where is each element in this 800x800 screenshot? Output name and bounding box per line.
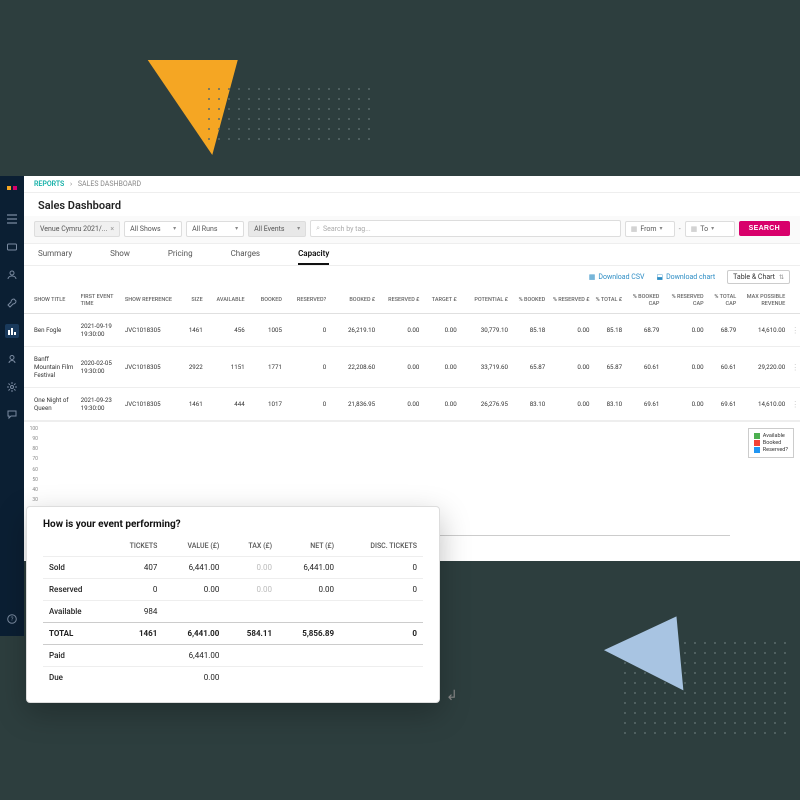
sort-icon: ⇅: [779, 274, 784, 281]
table-row[interactable]: Ben Fogle2021-09-19 19:30:00JVC101830514…: [24, 314, 800, 347]
column-header[interactable]: FIRST EVENT TIME: [78, 288, 122, 314]
column-header[interactable]: % BOOKED CAP: [625, 288, 662, 314]
legend-swatch-booked: [754, 440, 760, 446]
column-header[interactable]: SHOW TITLE: [24, 288, 78, 314]
people-icon[interactable]: [5, 268, 19, 282]
row-menu-icon[interactable]: ⋮: [788, 388, 800, 421]
filter-bar: Venue Cymru 2021/... × All Shows▾ All Ru…: [24, 216, 800, 244]
column-header[interactable]: MAX POSSIBLE REVENUE: [739, 288, 788, 314]
tab-show[interactable]: Show: [110, 249, 130, 265]
venue-chip[interactable]: Venue Cymru 2021/... ×: [34, 221, 120, 237]
column-header[interactable]: % TOTAL £: [593, 288, 626, 314]
comment-icon[interactable]: [5, 408, 19, 422]
column-header[interactable]: TARGET £: [422, 288, 459, 314]
column-header[interactable]: BOOKED £: [329, 288, 378, 314]
page-title: Sales Dashboard: [24, 193, 800, 216]
table-row[interactable]: One Night of Queen2021-09-23 19:30:00JVC…: [24, 388, 800, 421]
tab-summary[interactable]: Summary: [38, 249, 72, 265]
download-csv-button[interactable]: ▦Download CSV: [589, 273, 645, 281]
popup-row: Due0.00: [43, 667, 423, 689]
column-header[interactable]: POTENTIAL £: [460, 288, 511, 314]
sidebar: ?: [0, 176, 24, 636]
popup-row: Sold4076,441.000.006,441.000: [43, 557, 423, 579]
help-icon[interactable]: ?: [5, 612, 19, 626]
table-row[interactable]: Banff Mountain Film Festival2020-02-05 1…: [24, 347, 800, 388]
close-icon[interactable]: ×: [110, 225, 114, 233]
capacity-table: SHOW TITLEFIRST EVENT TIMESHOW REFERENCE…: [24, 288, 800, 421]
report-icon[interactable]: [5, 324, 19, 338]
row-menu-icon[interactable]: ⋮: [788, 314, 800, 347]
row-menu-icon[interactable]: ⋮: [788, 347, 800, 388]
popup-row: Available984: [43, 601, 423, 623]
table-toolbar: ▦Download CSV ⬓Download chart Table & Ch…: [24, 266, 800, 288]
chevron-right-icon: ›: [70, 180, 72, 188]
column-header[interactable]: RESERVED?: [285, 288, 329, 314]
column-header[interactable]: SHOW REFERENCE: [122, 288, 176, 314]
chart-icon: ⬓: [656, 273, 663, 281]
svg-text:?: ?: [11, 616, 14, 623]
table-body: Ben Fogle2021-09-19 19:30:00JVC101830514…: [24, 314, 800, 421]
ticket-icon[interactable]: [5, 240, 19, 254]
report-tabs: Summary Show Pricing Charges Capacity: [24, 244, 800, 266]
performance-popup: How is your event performing? TICKETSVAL…: [26, 506, 440, 703]
column-header[interactable]: AVAILABLE: [206, 288, 248, 314]
column-header[interactable]: SIZE: [175, 288, 205, 314]
popup-row: TOTAL14616,441.00584.115,856.890: [43, 623, 423, 645]
user-icon[interactable]: [5, 352, 19, 366]
sidebar-app-icon[interactable]: [5, 184, 19, 198]
wrench-icon[interactable]: [5, 296, 19, 310]
chevron-down-icon: ▾: [235, 225, 238, 232]
from-date-input[interactable]: ▦From▾: [625, 221, 675, 237]
chevron-down-icon: ▾: [173, 225, 176, 232]
legend-swatch-reserved: [754, 447, 760, 453]
column-header[interactable]: % RESERVED CAP: [662, 288, 706, 314]
column-header[interactable]: % TOTAL CAP: [707, 288, 740, 314]
table-icon: ▦: [589, 273, 596, 281]
calendar-icon: ▦: [691, 225, 698, 233]
breadcrumb-current: SALES DASHBOARD: [78, 180, 141, 188]
column-header[interactable]: % RESERVED £: [548, 288, 592, 314]
shows-dropdown[interactable]: All Shows▾: [124, 221, 182, 237]
breadcrumb: REPORTS › SALES DASHBOARD: [24, 176, 800, 193]
decor-arrow: ↲: [446, 688, 458, 704]
breadcrumb-parent[interactable]: REPORTS: [34, 180, 64, 188]
gear-icon[interactable]: [5, 380, 19, 394]
column-header[interactable]: BOOKED: [248, 288, 285, 314]
search-icon: ⌕: [316, 224, 320, 233]
legend-swatch-available: [754, 433, 760, 439]
search-button[interactable]: SEARCH: [739, 221, 790, 236]
decor-dots-top: [208, 88, 377, 147]
events-dropdown[interactable]: All Events▾: [248, 221, 306, 237]
app-window: ? REPORTS › SALES DASHBOARD Sales Dashbo…: [0, 176, 800, 561]
tab-pricing[interactable]: Pricing: [168, 249, 193, 265]
chevron-down-icon: ▾: [297, 225, 300, 232]
runs-dropdown[interactable]: All Runs▾: [186, 221, 244, 237]
popup-row: Reserved00.000.000.000: [43, 579, 423, 601]
tag-search-input[interactable]: ⌕ Search by tag...: [310, 220, 621, 237]
column-header[interactable]: RESERVED £: [378, 288, 422, 314]
table-header: SHOW TITLEFIRST EVENT TIMESHOW REFERENCE…: [24, 288, 800, 314]
popup-table: TICKETSVALUE (£)TAX (£)NET (£)DISC. TICK…: [43, 538, 423, 688]
calendar-icon: ▦: [631, 225, 638, 233]
view-mode-dropdown[interactable]: Table & Chart⇅: [727, 270, 790, 284]
popup-row: Paid6,441.00: [43, 645, 423, 667]
to-date-input[interactable]: ▦To▾: [685, 221, 735, 237]
column-header[interactable]: % BOOKED: [511, 288, 548, 314]
popup-title: How is your event performing?: [43, 519, 423, 530]
tab-charges[interactable]: Charges: [231, 249, 260, 265]
tab-capacity[interactable]: Capacity: [298, 249, 329, 265]
menu-icon[interactable]: [5, 212, 19, 226]
download-chart-button[interactable]: ⬓Download chart: [656, 273, 715, 281]
chart-legend: Available Booked Reserved?: [748, 428, 794, 458]
date-range-dash: -: [679, 225, 681, 233]
main-content: REPORTS › SALES DASHBOARD Sales Dashboar…: [24, 176, 800, 561]
